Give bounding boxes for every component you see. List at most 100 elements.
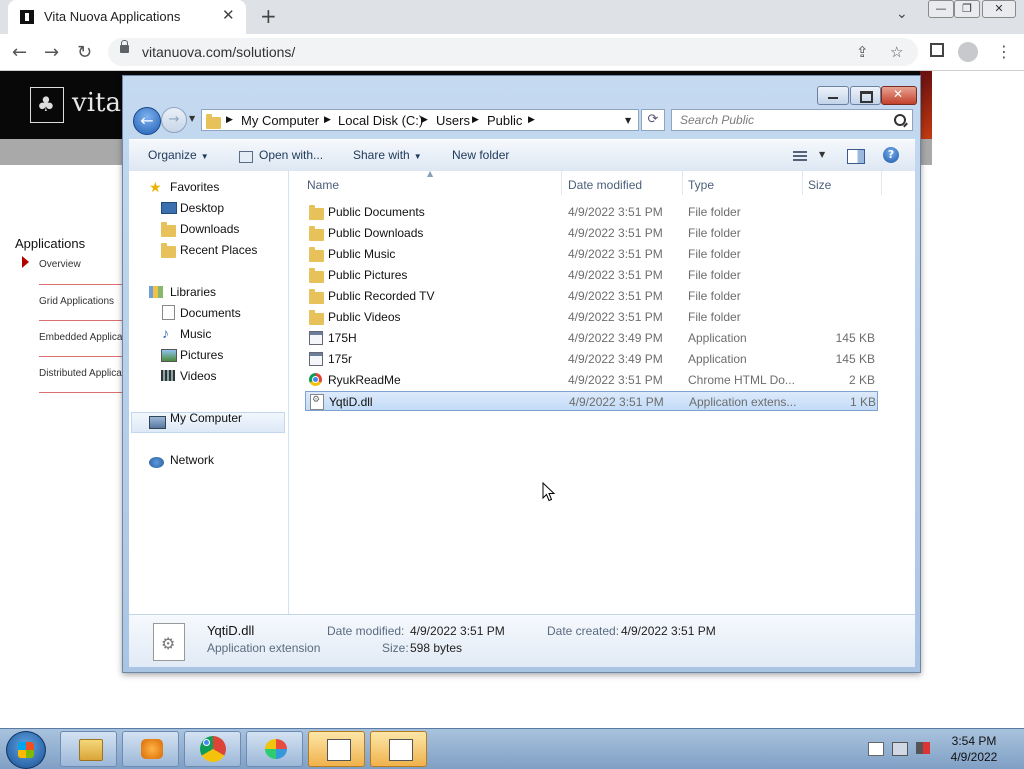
share-with-button[interactable]: Share with ▼	[353, 148, 422, 162]
window-close-button[interactable]: ✕	[982, 0, 1016, 18]
file-type: File folder	[688, 226, 741, 240]
breadcrumb-separator-icon[interactable]: ▶	[528, 115, 535, 125]
breadcrumb-separator-icon[interactable]: ▶	[324, 115, 331, 125]
file-row[interactable]: 175H 4/9/2022 3:49 PM Application 145 KB	[305, 328, 878, 348]
clock-time[interactable]: 3:54 PM	[944, 734, 1004, 748]
explorer-refresh-icon[interactable]: ⟳	[641, 109, 665, 131]
file-row[interactable]: Public Recorded TV 4/9/2022 3:51 PM File f…	[305, 286, 878, 306]
breadcrumb-separator-icon[interactable]: ▶	[472, 115, 479, 125]
profile-avatar-icon[interactable]	[958, 42, 978, 62]
explorer-back-button[interactable]: ←	[133, 107, 161, 135]
nav-documents[interactable]: Documents	[180, 306, 241, 320]
nav-music[interactable]: Music	[180, 327, 211, 341]
breadcrumb-local-disk[interactable]: Local Disk (C:)	[338, 113, 423, 128]
breadcrumb-separator-icon[interactable]: ▶	[226, 115, 233, 125]
taskbar-explorer-button[interactable]	[60, 731, 117, 767]
nav-downloads[interactable]: Downloads	[180, 222, 239, 236]
nav-my-computer[interactable]: My Computer	[170, 411, 242, 425]
forward-arrow-icon[interactable]: →	[44, 42, 59, 63]
network-tray-icon[interactable]	[892, 742, 908, 756]
side-panel-icon[interactable]	[930, 43, 944, 57]
file-row[interactable]: Public Downloads 4/9/2022 3:51 PM File fol…	[305, 223, 878, 243]
open-with-button[interactable]: Open with...	[259, 148, 323, 162]
column-header-type[interactable]: Type	[688, 178, 714, 192]
file-row[interactable]: RyukReadMe 4/9/2022 3:51 PM Chrome HTML Do…	[305, 370, 878, 390]
explorer-minimize-button[interactable]	[817, 86, 849, 105]
browser-tab[interactable]: Vita Nuova Applications ✕	[8, 0, 246, 34]
vita-nuova-logo-icon[interactable]	[30, 87, 64, 123]
bookmark-star-icon[interactable]: ☆	[890, 43, 903, 61]
file-row[interactable]: Public Videos 4/9/2022 3:51 PM File folder	[305, 307, 878, 327]
column-divider[interactable]	[682, 171, 683, 195]
back-arrow-icon[interactable]: ←	[12, 42, 27, 63]
nav-favorites[interactable]: Favorites	[170, 180, 219, 194]
column-divider[interactable]	[802, 171, 803, 195]
network-icon	[149, 457, 164, 468]
file-row[interactable]: YqtiD.dll 4/9/2022 3:51 PM Application ext…	[305, 391, 878, 411]
details-date-created-label: Date created:	[547, 624, 620, 638]
help-icon[interactable]: ?	[883, 147, 899, 163]
taskbar-media-player-button[interactable]	[122, 731, 179, 767]
nav-libraries[interactable]: Libraries	[170, 285, 216, 299]
chrome-menu-icon[interactable]: ⋮	[996, 42, 1012, 61]
sidebar-link-overview[interactable]: Overview	[39, 259, 81, 270]
explorer-address-bar[interactable]: ▶ My Computer ▶ Local Disk (C:) ▶ Users …	[201, 109, 639, 131]
new-tab-button[interactable]: +	[260, 4, 277, 28]
column-divider[interactable]	[881, 171, 882, 195]
action-center-flag-icon[interactable]	[868, 742, 884, 756]
file-name: Public Documents	[328, 205, 425, 219]
file-row[interactable]: 175r 4/9/2022 3:49 PM Application 145 KB	[305, 349, 878, 369]
organize-button[interactable]: Organize ▼	[148, 148, 209, 162]
explorer-close-button[interactable]	[881, 86, 917, 105]
search-icon[interactable]	[894, 114, 906, 126]
sidebar-link-distributed[interactable]: Distributed Applica	[39, 368, 122, 379]
breadcrumb-users[interactable]: Users	[436, 113, 470, 128]
recent-pages-chevron-down-icon[interactable]: ▼	[189, 114, 195, 123]
taskbar-chrome-button[interactable]	[184, 731, 241, 767]
change-view-icon[interactable]	[793, 151, 807, 161]
file-row[interactable]: Public Music 4/9/2022 3:51 PM File folder	[305, 244, 878, 264]
start-button-windows-icon[interactable]	[6, 731, 46, 769]
breadcrumb-public[interactable]: Public	[487, 113, 522, 128]
tab-close-icon[interactable]: ✕	[222, 6, 235, 24]
explorer-search-input[interactable]: Search Public	[671, 109, 913, 131]
address-history-chevron-down-icon[interactable]: ▼	[625, 116, 631, 125]
music-note-icon: ♪	[162, 325, 169, 341]
explorer-forward-button[interactable]: →	[161, 107, 187, 133]
file-date-modified: 4/9/2022 3:51 PM	[568, 247, 663, 261]
window-minimize-button[interactable]: —	[928, 0, 954, 18]
sidebar-link-grid[interactable]: Grid Applications	[39, 296, 114, 307]
reload-icon[interactable]: ↻	[77, 42, 92, 63]
nav-pictures[interactable]: Pictures	[180, 348, 223, 362]
share-icon[interactable]: ⇪	[856, 43, 869, 61]
nav-videos[interactable]: Videos	[180, 369, 216, 383]
preview-pane-icon[interactable]	[847, 149, 865, 164]
address-bar[interactable]: vitanuova.com/solutions/ ⇪ ☆	[108, 38, 918, 66]
column-header-date-modified[interactable]: Date modified	[568, 178, 642, 192]
url-text[interactable]: vitanuova.com/solutions/	[142, 44, 295, 60]
breadcrumb-separator-icon[interactable]: ▶	[421, 115, 428, 125]
divider	[39, 284, 124, 285]
desktop-icon	[161, 202, 177, 214]
nav-desktop[interactable]: Desktop	[180, 201, 224, 215]
column-divider[interactable]	[561, 171, 562, 195]
window-restore-button[interactable]: ❐	[954, 0, 980, 18]
tab-search-chevron-icon[interactable]: ⌄	[896, 6, 908, 22]
taskbar-program-button[interactable]	[308, 731, 365, 767]
new-folder-button[interactable]: New folder	[452, 148, 509, 162]
view-options-chevron-down-icon[interactable]: ▼	[819, 150, 825, 159]
file-name: Public Pictures	[328, 268, 408, 282]
sidebar-link-embedded[interactable]: Embedded Applica	[39, 332, 122, 343]
clock-date[interactable]: 4/9/2022	[944, 750, 1004, 764]
column-header-name[interactable]: Name	[307, 178, 339, 192]
taskbar-paint-button[interactable]	[246, 731, 303, 767]
nav-network[interactable]: Network	[170, 453, 214, 467]
nav-recent-places[interactable]: Recent Places	[180, 243, 257, 257]
taskbar-program-button[interactable]	[370, 731, 427, 767]
file-row[interactable]: Public Documents 4/9/2022 3:51 PM File fol…	[305, 202, 878, 222]
volume-muted-icon[interactable]	[916, 742, 930, 754]
column-header-size[interactable]: Size	[808, 178, 831, 192]
file-row[interactable]: Public Pictures 4/9/2022 3:51 PM File fold…	[305, 265, 878, 285]
breadcrumb-my-computer[interactable]: My Computer	[241, 113, 319, 128]
explorer-maximize-button[interactable]	[850, 86, 881, 105]
